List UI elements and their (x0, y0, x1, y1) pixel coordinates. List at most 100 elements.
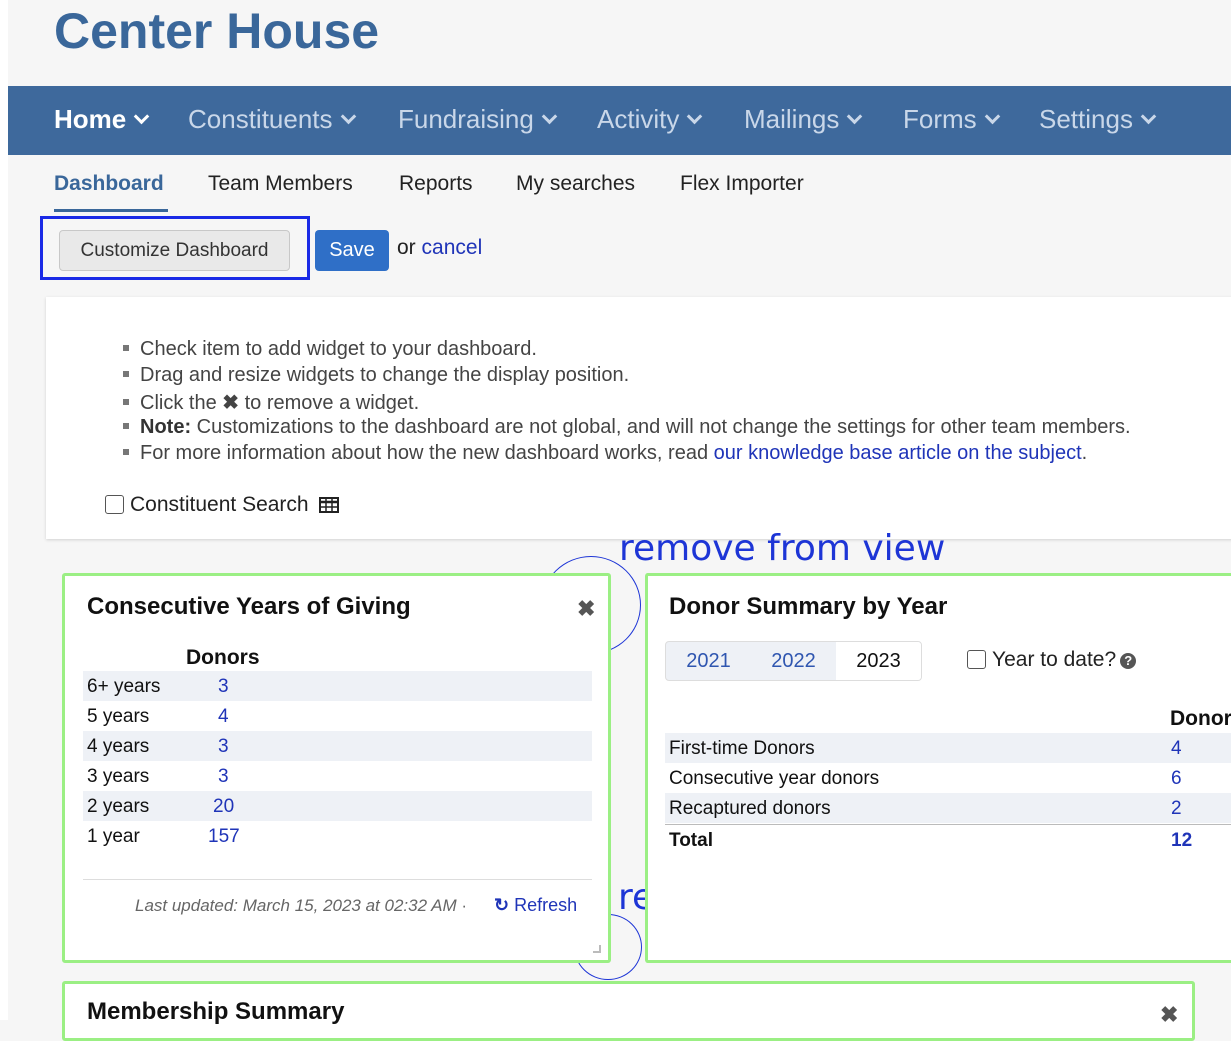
tab-team-members[interactable]: Team Members (208, 172, 353, 196)
table-row: 2 years 20 (83, 791, 592, 821)
widget-membership-summary[interactable]: Membership Summary ✖ (62, 981, 1195, 1041)
nav-settings[interactable]: Settings (1039, 104, 1157, 135)
last-updated: Last updated: March 15, 2023 at 02:32 AM… (135, 896, 467, 916)
info-bullet-period: . (1081, 442, 1088, 464)
chevron-down-icon (541, 108, 558, 125)
row-value-link[interactable]: 157 (208, 826, 240, 848)
bullet-icon (123, 399, 129, 405)
row-value-link[interactable]: 20 (213, 796, 234, 818)
year-tab-2021[interactable]: 2021 (666, 642, 751, 680)
year-to-date-option: Year to date?? (967, 648, 1137, 672)
year-to-date-checkbox[interactable] (967, 650, 986, 669)
left-edge (0, 0, 8, 1020)
customize-dashboard-button[interactable]: Customize Dashboard (59, 230, 290, 271)
main-nav: Home Constituents Fundraising Activity M… (8, 86, 1231, 155)
constituent-search-option: Constituent Search (105, 493, 339, 517)
nav-activity[interactable]: Activity (597, 104, 703, 135)
info-bullet-text: Drag and resize widgets to change the di… (140, 364, 630, 386)
info-bullet-text: to remove a widget. (244, 392, 420, 414)
widget-footer-divider (83, 879, 592, 880)
tab-my-searches[interactable]: My searches (516, 172, 635, 196)
app-title: Center House (54, 3, 380, 59)
bullet-icon (123, 449, 129, 455)
close-icon[interactable]: ✖ (1160, 1002, 1178, 1028)
or-cancel: or cancel (397, 236, 482, 260)
separator-dot: · (461, 896, 468, 915)
row-label: 1 year (87, 826, 140, 847)
table-row-total: Total 12 (665, 824, 1231, 855)
widget-title: Membership Summary (87, 998, 345, 1025)
refresh-label: Refresh (514, 895, 578, 915)
total-label: Total (669, 830, 713, 851)
chevron-down-icon (687, 108, 703, 125)
table-icon (318, 497, 339, 513)
or-text: or (397, 236, 416, 259)
nav-home-label: Home (54, 104, 127, 134)
annotation-remove: remove from view (619, 528, 946, 569)
nav-forms[interactable]: Forms (903, 104, 1000, 135)
refresh-icon: ↻ (494, 895, 510, 915)
tab-reports[interactable]: Reports (399, 172, 473, 196)
year-tabs: 2021 2022 2023 (665, 641, 922, 681)
table-row: First-time Donors 4 (665, 733, 1231, 763)
refresh-button[interactable]: ↻ Refresh (494, 895, 577, 916)
year-tab-2022[interactable]: 2022 (751, 642, 836, 680)
nav-home[interactable]: Home (54, 104, 150, 135)
row-label: 2 years (87, 796, 150, 817)
save-button[interactable]: Save (315, 230, 389, 271)
year-tab-2023[interactable]: 2023 (836, 642, 921, 680)
info-bullet-text: Click the (140, 392, 217, 414)
info-bullet: Drag and resize widgets to change the di… (123, 364, 629, 387)
constituent-search-label: Constituent Search (130, 493, 309, 516)
active-tab-underline (54, 209, 168, 212)
total-value-link[interactable]: 12 (1171, 830, 1192, 852)
row-value-link[interactable]: 4 (218, 706, 229, 728)
table-row: 5 years 4 (83, 701, 592, 731)
help-icon[interactable]: ? (1120, 653, 1137, 669)
column-header-donors: Donor (1170, 707, 1231, 730)
table-row: 6+ years 3 (83, 671, 592, 701)
chevron-down-icon (1140, 108, 1157, 125)
row-value-link[interactable]: 3 (218, 736, 229, 758)
row-value-link[interactable]: 2 (1171, 798, 1182, 820)
nav-constituents[interactable]: Constituents (188, 104, 356, 135)
chevron-down-icon (133, 108, 150, 125)
nav-mailings[interactable]: Mailings (744, 104, 863, 135)
constituent-search-checkbox[interactable] (105, 495, 124, 514)
info-bullet: For more information about how the new d… (123, 442, 1087, 465)
cancel-link[interactable]: cancel (422, 236, 483, 259)
row-value-link[interactable]: 6 (1171, 768, 1182, 790)
close-icon: ✖ (222, 392, 240, 414)
resize-handle[interactable] (593, 945, 601, 953)
row-label: First-time Donors (669, 738, 815, 759)
row-value-link[interactable]: 3 (218, 676, 229, 698)
tab-dashboard[interactable]: Dashboard (54, 172, 164, 196)
bullet-icon (123, 423, 129, 429)
row-value-link[interactable]: 4 (1171, 738, 1182, 760)
row-value-link[interactable]: 3 (218, 766, 229, 788)
row-label: 3 years (87, 766, 150, 787)
info-bullet: Check item to add widget to your dashboa… (123, 338, 537, 361)
chevron-down-icon (340, 108, 356, 125)
nav-fundraising-label: Fundraising (398, 104, 534, 134)
row-label: Recaptured donors (669, 798, 831, 819)
table-row: 3 years 3 (83, 761, 592, 791)
nav-mailings-label: Mailings (744, 104, 840, 134)
last-updated-text: Last updated: March 15, 2023 at 02:32 AM (135, 896, 457, 915)
year-to-date-label: Year to date? (992, 648, 1117, 671)
tab-flex-importer[interactable]: Flex Importer (680, 172, 804, 196)
nav-fundraising[interactable]: Fundraising (398, 104, 558, 135)
bullet-icon (123, 345, 129, 351)
note-label: Note: (140, 416, 192, 438)
widget-consecutive-years[interactable]: Consecutive Years of Giving ✖ Donors 6+ … (62, 573, 611, 963)
column-header-donors: Donors (186, 646, 260, 669)
info-bullet-text: Check item to add widget to your dashboa… (140, 338, 537, 360)
row-label: 5 years (87, 706, 150, 727)
table-row: 1 year 157 (83, 821, 592, 851)
nav-activity-label: Activity (597, 104, 680, 134)
table-row: Recaptured donors 2 (665, 793, 1231, 823)
table-row: Consecutive year donors 6 (665, 763, 1231, 793)
close-icon[interactable]: ✖ (577, 596, 595, 622)
knowledge-base-link[interactable]: our knowledge base article on the subjec… (714, 442, 1082, 464)
table-row: 4 years 3 (83, 731, 592, 761)
